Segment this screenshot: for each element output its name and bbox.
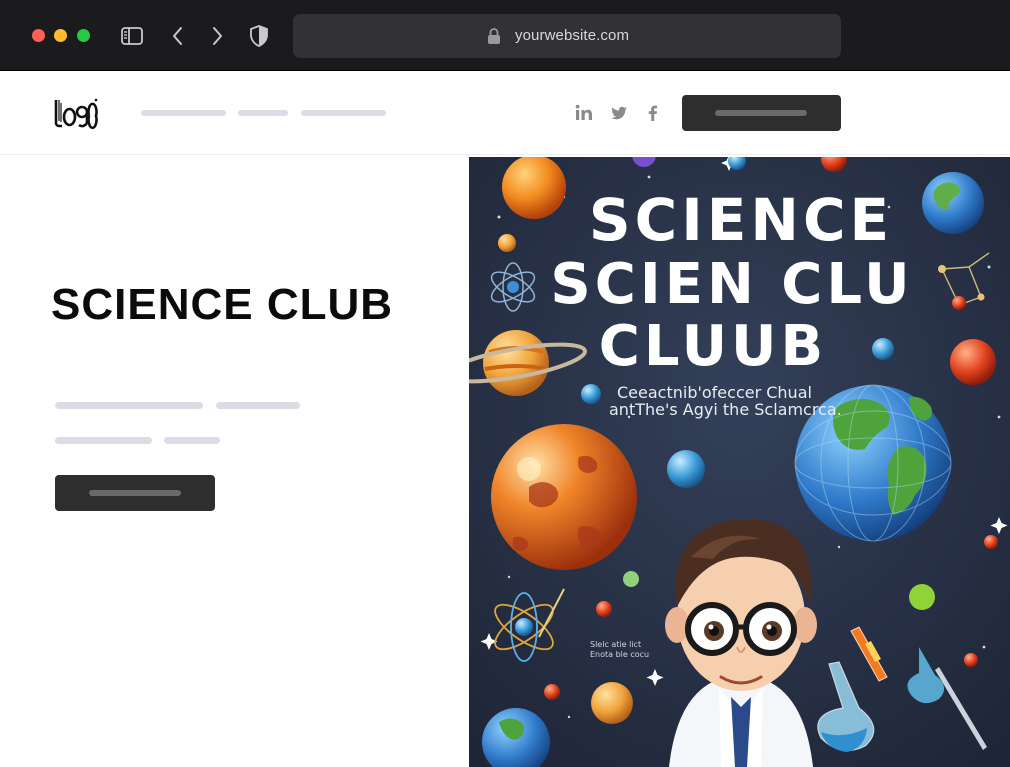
text-placeholder-line [55,437,152,444]
linkedin-icon[interactable] [575,104,593,122]
poster-subtitle-line-2: antThe's Agyi the Sclamcrca. [609,400,842,419]
text-placeholder-line [216,402,300,409]
header-cta-button[interactable] [682,95,841,131]
hero-title: SCIENCE CLUB [51,280,394,329]
url-text: yourwebsite.com [515,27,630,44]
zoom-window-button[interactable] [77,29,90,42]
address-bar[interactable]: yourwebsite.com [293,14,841,58]
poster-title-line-3: CLUUB [599,314,827,379]
cta-label-placeholder [715,110,807,116]
browser-toolbar: yourwebsite.com [0,0,1010,71]
hero-button-label-placeholder [89,490,181,496]
facebook-icon[interactable] [644,104,662,122]
lock-icon [488,28,500,44]
text-placeholder-line [164,437,220,444]
poster-title-line-1: SCIENCE [589,186,893,254]
back-icon[interactable] [166,24,190,48]
text-placeholder-line [55,402,203,409]
forward-icon[interactable] [205,24,229,48]
hero-cta-button[interactable] [55,475,215,511]
poster-small-text-line-1: Slelc atie lict [590,640,641,649]
shield-icon[interactable] [247,24,271,48]
twitter-icon[interactable] [610,104,628,122]
poster-illustration: SCIENCE SCIEN CLU CLUUB Ceeactnib'ofecce… [469,157,1010,767]
sidebar-toggle-icon[interactable] [120,24,144,48]
site-header [0,71,1010,155]
nav-link-3[interactable] [301,110,386,116]
close-window-button[interactable] [32,29,45,42]
nav-link-1[interactable] [141,110,226,116]
logo[interactable] [54,97,98,129]
minimize-window-button[interactable] [54,29,67,42]
poster-small-text-line-2: Enota ble cocu [590,650,649,659]
science-club-poster: SCIENCE SCIEN CLU CLUUB Ceeactnib'ofecce… [469,157,1010,767]
poster-title-line-2: SCIEN CLU [550,252,913,317]
nav-link-2[interactable] [238,110,288,116]
scientist-character [665,518,817,767]
